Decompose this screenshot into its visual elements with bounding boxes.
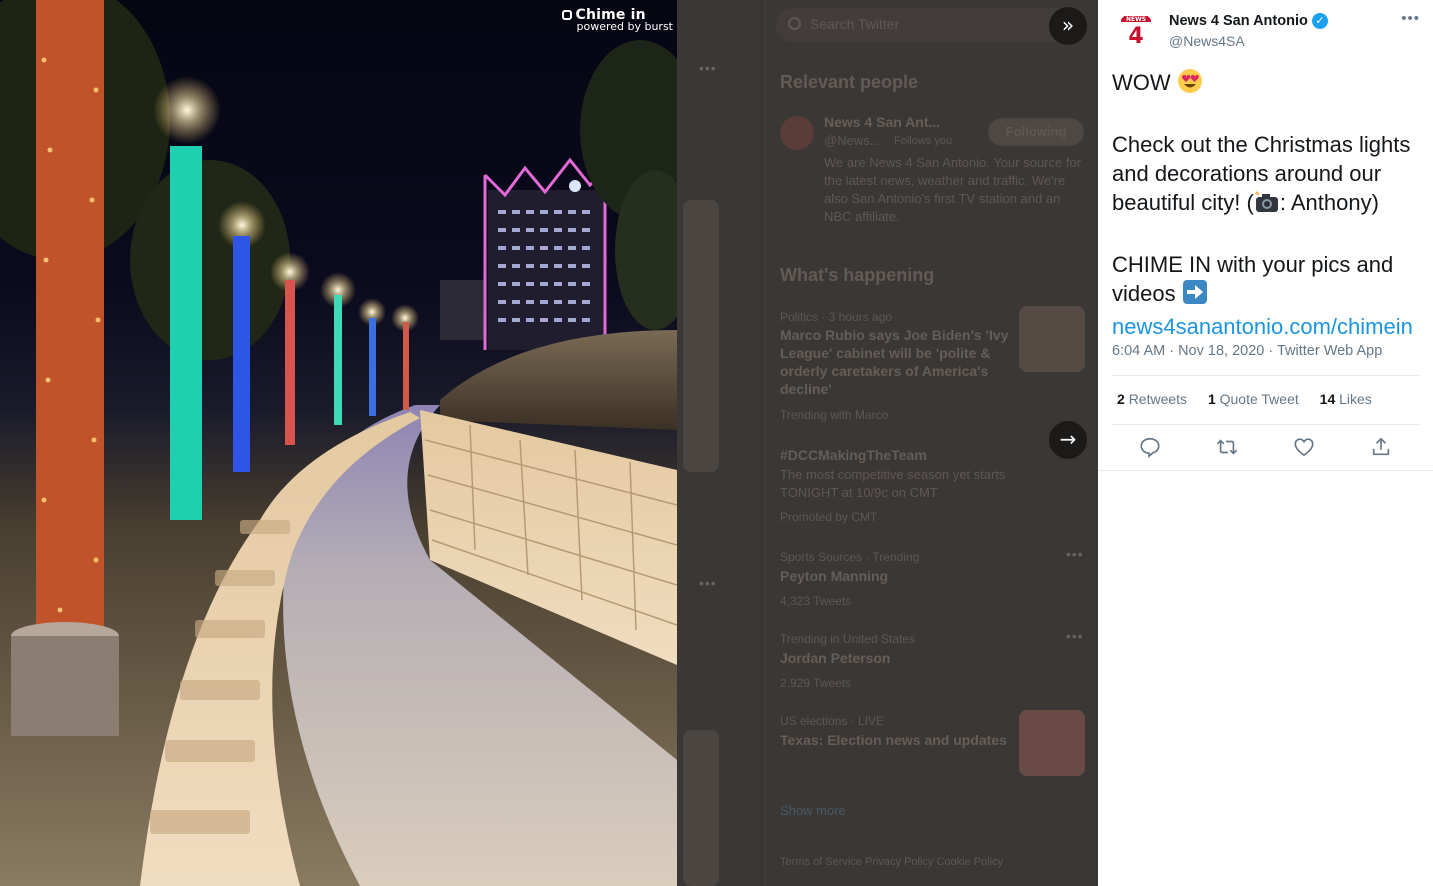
collapse-panel-button[interactable]: »	[1049, 7, 1087, 45]
retweet-button[interactable]	[1216, 436, 1240, 460]
tweet-detail-panel: NEWS 4 News 4 San Antonio ✓ @News4SA •••…	[1098, 0, 1433, 886]
share-icon	[1372, 437, 1390, 456]
camera-flash-emoji-icon	[1254, 190, 1280, 221]
trend-sub: 4,323 Tweets	[780, 594, 852, 608]
tweet-line-chime: CHIME IN with your pics and videos	[1112, 252, 1394, 306]
chime-in-link[interactable]: news4sanantonio.com/chimein	[1112, 314, 1413, 339]
dimmed-search-box: Search Twitter	[776, 8, 1086, 42]
more-options-icon[interactable]: •••	[1401, 10, 1420, 27]
texas-map-thumbnail	[1019, 710, 1085, 776]
tweet-stats: 2 Retweets 1 Quote Tweet 14 Likes	[1117, 391, 1389, 407]
promoted-label: Promoted by CMT	[780, 510, 878, 524]
grass-bank	[440, 330, 677, 430]
heart-icon	[1294, 438, 1314, 457]
trend-title: #DCCMakingTheTeam	[780, 447, 927, 463]
trend-title: Marco Rubio says Joe Biden's 'Ivy League…	[780, 327, 1009, 397]
trend-sub: 2,929 Tweets	[780, 676, 852, 690]
verified-badge-icon: ✓	[1312, 13, 1328, 29]
svg-text:4: 4	[1128, 24, 1143, 49]
dimmed-media-card	[683, 730, 719, 886]
trend-meta: Trending in United States	[780, 632, 915, 646]
reply-icon	[1140, 437, 1160, 459]
lit-building	[440, 157, 607, 350]
next-image-button[interactable]: →	[1049, 421, 1087, 459]
trend-meta: Sports Sources · Trending	[780, 550, 920, 564]
trend-title: Jordan Peterson	[780, 650, 891, 666]
tweet-photo-credit: : Anthony)	[1279, 190, 1379, 215]
like-button[interactable]	[1293, 436, 1317, 460]
trend-meta: US elections · LIVE	[780, 714, 885, 728]
relevant-name: News 4 San Ant...	[824, 114, 941, 130]
chime-in-watermark: Chime in powered by burst	[562, 8, 673, 32]
trend-title: Texas: Election news and updates	[780, 732, 1007, 748]
chime-logo-icon	[562, 10, 573, 20]
reply-button[interactable]	[1139, 436, 1163, 460]
relevant-bio: We are News 4 San Antonio. Your source f…	[824, 155, 1082, 224]
tweet-line-wow: WOW	[1112, 70, 1171, 95]
divider	[1098, 470, 1433, 471]
trend-sub: Trending with Marco	[780, 408, 889, 422]
arrow-right-icon: →	[1059, 427, 1077, 451]
divider	[1112, 424, 1420, 425]
quote-tweets-stat[interactable]: 1 Quote Tweet	[1208, 391, 1299, 407]
trend-thumbnail	[1019, 306, 1085, 372]
divider	[1112, 375, 1420, 376]
dimmed-avatar	[780, 116, 814, 150]
search-icon	[788, 17, 801, 30]
whats-happening-heading: What's happening	[780, 265, 935, 285]
dimmed-sidebar: Search Twitter Relevant people News 4 Sa…	[765, 0, 1095, 886]
trend-title: Peyton Manning	[780, 568, 889, 584]
relevant-handle: @News...	[824, 133, 881, 148]
tweet-text: WOW Check out the Christmas lights and d…	[1112, 68, 1424, 370]
double-chevron-right-icon: »	[1061, 13, 1075, 37]
heart-eyes-emoji-icon	[1177, 68, 1203, 101]
display-name[interactable]: News 4 San Antonio	[1169, 13, 1308, 29]
retweet-icon	[1216, 439, 1238, 455]
likes-stat[interactable]: 14 Likes	[1320, 391, 1372, 407]
tweet-actions	[1098, 436, 1433, 460]
trend-meta: Politics · 3 hours ago	[780, 310, 893, 324]
dimmed-more-icon: •••	[699, 60, 717, 76]
dimmed-timeline-background: ••• ••• Search Twitter Relevant people N…	[677, 0, 1098, 886]
handle[interactable]: @News4SA	[1169, 33, 1245, 49]
svg-text:NEWS: NEWS	[1126, 16, 1146, 23]
footer-links: Terms of Service Privacy Policy Cookie P…	[780, 856, 1004, 868]
dimmed-timeline-edge: ••• •••	[677, 0, 721, 886]
avatar[interactable]: NEWS 4	[1117, 12, 1155, 50]
following-button: Following	[988, 118, 1084, 146]
share-button[interactable]	[1370, 436, 1394, 460]
arrow-right-emoji-icon	[1182, 279, 1208, 312]
show-more-link: Show more	[780, 803, 846, 818]
trend-sub: The most competitive season yet starts T…	[780, 467, 1006, 500]
retweets-stat[interactable]: 2 Retweets	[1117, 391, 1187, 407]
relevant-people-heading: Relevant people	[780, 72, 919, 92]
dimmed-more-icon: •••	[1066, 546, 1084, 562]
dimmed-more-icon: •••	[699, 575, 717, 591]
tweet-timestamp[interactable]: 6:04 AM · Nov 18, 2020 · Twitter Web App	[1112, 343, 1382, 359]
news4-logo-icon: NEWS 4	[1119, 14, 1153, 49]
dimmed-media-card	[683, 200, 719, 472]
follows-you-badge: Follows you	[894, 135, 953, 147]
photo-scene	[0, 0, 677, 886]
tweet-photo: Chime in powered by burst	[0, 0, 677, 886]
dimmed-more-icon: •••	[1066, 628, 1084, 644]
